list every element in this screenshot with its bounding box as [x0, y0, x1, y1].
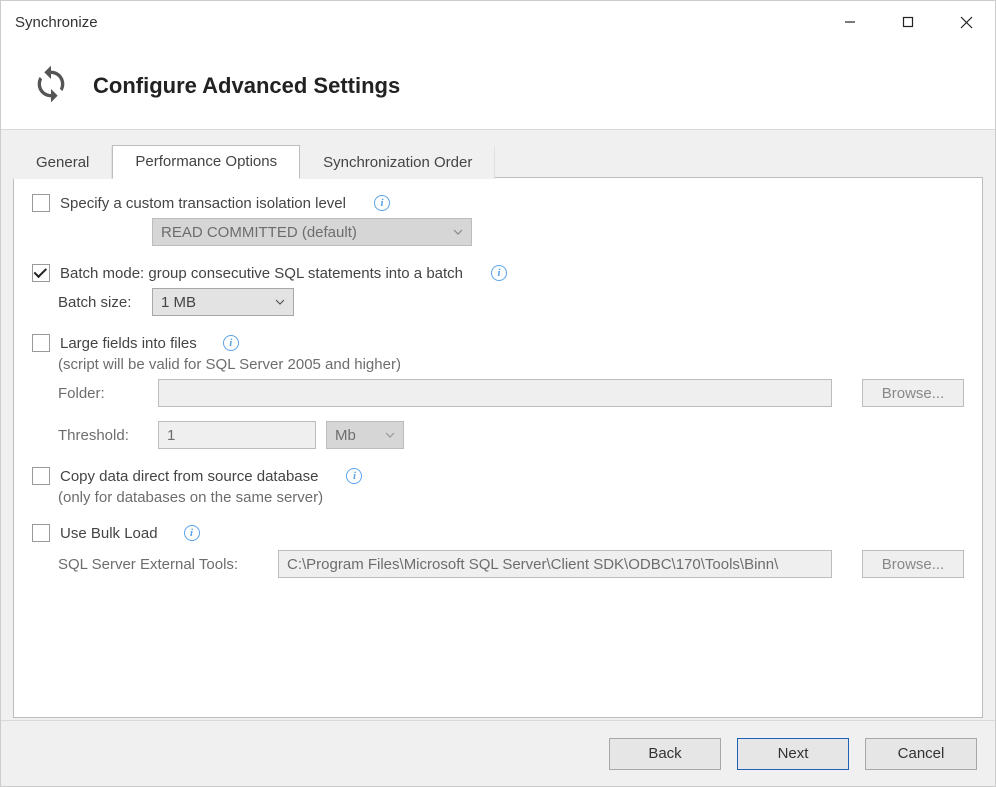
checkbox-isolation-level[interactable] — [32, 194, 50, 212]
back-button[interactable]: Back — [609, 738, 721, 770]
label-large-fields: Large fields into files — [60, 335, 197, 352]
label-copy-direct: Copy data direct from source database — [60, 468, 318, 485]
info-icon[interactable]: i — [374, 195, 390, 211]
label-batch-mode: Batch mode: group consecutive SQL statem… — [60, 265, 463, 282]
note-large-fields: (script will be valid for SQL Server 200… — [58, 356, 401, 373]
label-batch-size: Batch size: — [58, 294, 142, 311]
chevron-down-icon — [265, 299, 285, 305]
chevron-down-icon — [443, 229, 463, 235]
close-button[interactable] — [937, 1, 995, 43]
tab-strip: General Performance Options Synchronizat… — [13, 142, 983, 178]
checkbox-bulk-load[interactable] — [32, 524, 50, 542]
label-bulk-load: Use Bulk Load — [60, 525, 158, 542]
title-bar: Synchronize — [1, 1, 995, 43]
checkbox-batch-mode[interactable] — [32, 264, 50, 282]
chevron-down-icon — [375, 432, 395, 438]
client-area: General Performance Options Synchronizat… — [1, 129, 995, 720]
minimize-button[interactable] — [821, 1, 879, 43]
select-isolation-level: READ COMMITTED (default) — [152, 218, 472, 246]
cancel-button[interactable]: Cancel — [865, 738, 977, 770]
info-icon[interactable]: i — [184, 525, 200, 541]
input-sql-tools-path: C:\Program Files\Microsoft SQL Server\Cl… — [278, 550, 832, 578]
info-icon[interactable]: i — [346, 468, 362, 484]
checkbox-copy-direct[interactable] — [32, 467, 50, 485]
input-folder — [158, 379, 832, 407]
maximize-button[interactable] — [879, 1, 937, 43]
info-icon[interactable]: i — [491, 265, 507, 281]
footer: Back Next Cancel — [1, 720, 995, 786]
tab-panel-performance: Specify a custom transaction isolation l… — [13, 178, 983, 718]
input-threshold: 1 — [158, 421, 316, 449]
button-browse-sql-tools: Browse... — [862, 550, 964, 578]
tab-general[interactable]: General — [13, 146, 112, 179]
info-icon[interactable]: i — [223, 335, 239, 351]
select-batch-size-value: 1 MB — [161, 294, 196, 311]
page-title: Configure Advanced Settings — [93, 73, 400, 99]
label-sql-tools: SQL Server External Tools: — [58, 556, 268, 573]
tab-performance-options[interactable]: Performance Options — [112, 145, 300, 179]
next-button[interactable]: Next — [737, 738, 849, 770]
select-threshold-unit: Mb — [326, 421, 404, 449]
sync-icon — [31, 64, 71, 108]
label-threshold: Threshold: — [58, 427, 148, 444]
select-batch-size[interactable]: 1 MB — [152, 288, 294, 316]
checkbox-large-fields[interactable] — [32, 334, 50, 352]
note-copy-direct: (only for databases on the same server) — [58, 489, 323, 506]
label-isolation-level: Specify a custom transaction isolation l… — [60, 195, 346, 212]
header-band: Configure Advanced Settings — [1, 43, 995, 129]
select-threshold-unit-value: Mb — [335, 427, 356, 444]
select-isolation-level-value: READ COMMITTED (default) — [161, 224, 357, 241]
label-folder: Folder: — [58, 385, 148, 402]
window-title: Synchronize — [15, 14, 98, 31]
tab-synchronization-order[interactable]: Synchronization Order — [300, 146, 495, 179]
button-browse-folder: Browse... — [862, 379, 964, 407]
